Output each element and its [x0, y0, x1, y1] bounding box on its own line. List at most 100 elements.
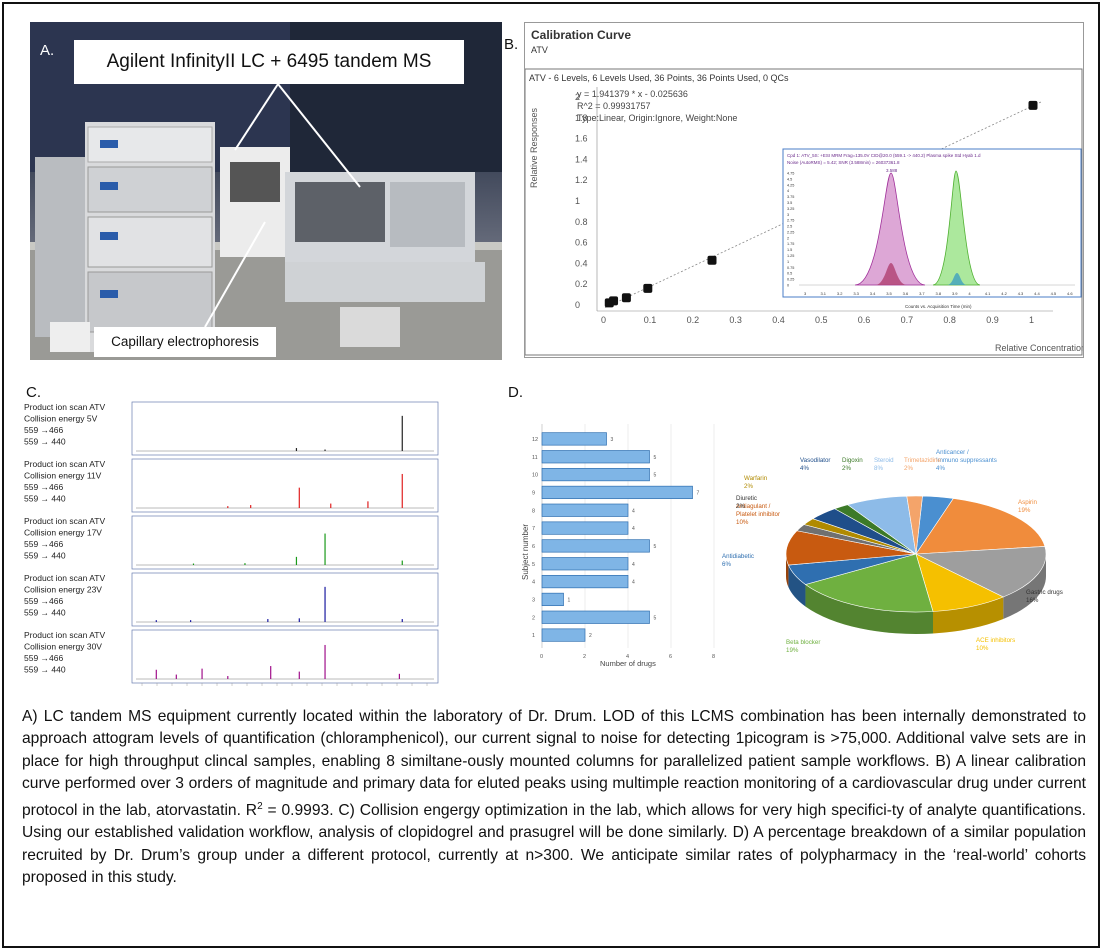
scan-label: Collision energy 11V [24, 471, 102, 481]
spectra-svg: Product ion scan ATVCollision energy 5V5… [24, 401, 439, 686]
bar-x-axis-label: Number of drugs [600, 659, 656, 668]
panel-a-letter: A. [40, 42, 55, 59]
bar-value-label: 4 [632, 526, 635, 532]
scan-label: 559 →466 [24, 539, 63, 549]
x-tick-b: 0.2 [687, 315, 700, 325]
pie-label: 4% [936, 465, 945, 472]
subject-label: 11 [532, 455, 538, 461]
subject-label: 2 [532, 615, 535, 621]
x-tick-b: 0.7 [901, 315, 914, 325]
calibration-svg: Calibration Curve ATV ATV - 6 Levels, 6 … [524, 28, 1086, 356]
y-tick-b: 0.2 [575, 279, 588, 289]
y-tick-b: 0 [575, 300, 580, 310]
bar-value-label: 4 [632, 562, 635, 568]
bar-value-label: 7 [697, 490, 700, 496]
inset-x-tick: 3.8 [936, 291, 942, 296]
calibration-curve-chart: Calibration Curve ATV ATV - 6 Levels, 6 … [524, 22, 1086, 358]
inset-x-tick: 3.9 [952, 291, 958, 296]
bar-value-label: 4 [632, 580, 635, 586]
inset-x-tick: 3.7 [919, 291, 925, 296]
drug-count-bar [541, 503, 629, 517]
drug-count-bar [541, 467, 650, 482]
ce-callout: Capillary electrophoresis [94, 327, 276, 357]
scan-label: Product ion scan ATV [24, 459, 105, 469]
instrument-callout: Agilent InfinityII LC + 6495 tandem MS [74, 40, 464, 84]
inset-y-tick: 3 [787, 213, 789, 217]
r-squared-label: R^2 = 0.99931757 [577, 101, 651, 111]
inset-x-tick: 3.3 [853, 291, 859, 296]
pie-label: 19% [786, 647, 799, 654]
scan-label: 559 → 440 [24, 437, 66, 447]
pie-label: ACE inhibitors [976, 637, 1015, 644]
y-tick-b: 1.6 [575, 134, 588, 144]
bar-x-tick: 2 [583, 654, 586, 660]
x-tick-b: 0 [601, 315, 606, 325]
subject-label: 3 [532, 597, 535, 603]
pie-label: 19% [1018, 507, 1031, 514]
drug-count-bar [541, 521, 629, 535]
pie-label: 10% [736, 519, 749, 526]
x-tick-b: 0.5 [815, 315, 828, 325]
bar-value-label: 5 [654, 473, 657, 479]
pie-label: Warfarin [744, 475, 768, 482]
scan-label: Collision energy 17V [24, 528, 102, 538]
bar-value-label: 5 [654, 544, 657, 550]
inset-y-tick: 0 [787, 284, 789, 288]
spectrum-frame [131, 458, 439, 513]
svg-text:Noise (AutoRMS) = 5.42; SNR (3: Noise (AutoRMS) = 5.42; SNR (3.588min) =… [787, 160, 900, 165]
scan-label: Product ion scan ATV [24, 573, 105, 583]
inset-x-label: Counts vs. Acquisition Time (min) [905, 304, 972, 309]
calibration-point [609, 296, 619, 306]
drug-count-bar [541, 450, 650, 464]
inset-x-tick: 3.2 [837, 291, 843, 296]
panel-d: Subject number Number of drugs 024681225… [504, 404, 1094, 694]
scan-label: Product ion scan ATV [24, 516, 105, 526]
subject-label: 9 [532, 490, 535, 496]
panel-c-letter: C. [26, 384, 41, 401]
pie-label: 10% [976, 645, 989, 652]
inset-x-tick: 4.2 [1001, 291, 1007, 296]
scan-label: 559 →466 [24, 653, 63, 663]
y-tick-b: 1.8 [575, 113, 588, 123]
pie-label: Gastric drugs [1026, 589, 1063, 596]
bar-x-tick: 8 [712, 654, 715, 660]
pie-label: Anticancer / [936, 449, 969, 456]
inset-y-tick: 2.5 [787, 225, 792, 229]
scan-label: 559 →466 [24, 596, 63, 606]
y-tick-b: 1.4 [575, 154, 588, 164]
inset-x-tick: 3.1 [820, 291, 826, 296]
regression-equation: y = 1.941379 * x - 0.025636 [577, 89, 688, 99]
drug-count-bar [541, 539, 650, 553]
bar-x-tick: 6 [669, 654, 672, 660]
inset-y-tick: 2.75 [787, 219, 794, 223]
figure-caption: A) LC tandem MS equipment currently loca… [22, 706, 1086, 889]
pie-label: Aspirin [1018, 499, 1037, 506]
bar-value-label: 2 [589, 633, 592, 639]
chromatogram-inset: Cpd 1: ATV_5S: +ESI MRM Frag=135.0V CID@… [782, 148, 1082, 309]
subject-label: 12 [532, 437, 538, 443]
y-tick-b: 1 [575, 196, 580, 206]
calibration-point [643, 283, 653, 293]
product-ion-scans: Product ion scan ATV Collision energy 5V 5… [24, 400, 444, 688]
calibration-point [707, 255, 717, 265]
inset-y-tick: 4 [787, 189, 789, 193]
y-tick-b: 1.2 [575, 175, 588, 185]
bar-value-label: 5 [654, 615, 657, 621]
inset-x-tick: 4.4 [1034, 291, 1040, 296]
inset-y-tick: 4.5 [787, 177, 792, 181]
x-axis-label-b: Relative Concentration [995, 343, 1083, 353]
subject-label: 7 [532, 526, 535, 532]
drug-count-bar [541, 574, 629, 589]
scan-label: 559 →466 [24, 425, 63, 435]
inset-y-tick: 1 [787, 260, 789, 264]
calibration-point [621, 293, 631, 303]
inset-y-tick: 1.75 [787, 242, 794, 246]
y-tick-b: 0.6 [575, 238, 588, 248]
spectrum-frame [131, 401, 439, 456]
x-tick-b: 0.3 [729, 315, 742, 325]
bar-value-label: 4 [632, 508, 635, 514]
x-tick-b: 0.4 [772, 315, 785, 325]
y-tick-b: 2 [575, 92, 580, 102]
bar-x-tick: 0 [540, 654, 543, 660]
inset-x-tick: 4.6 [1067, 291, 1073, 296]
